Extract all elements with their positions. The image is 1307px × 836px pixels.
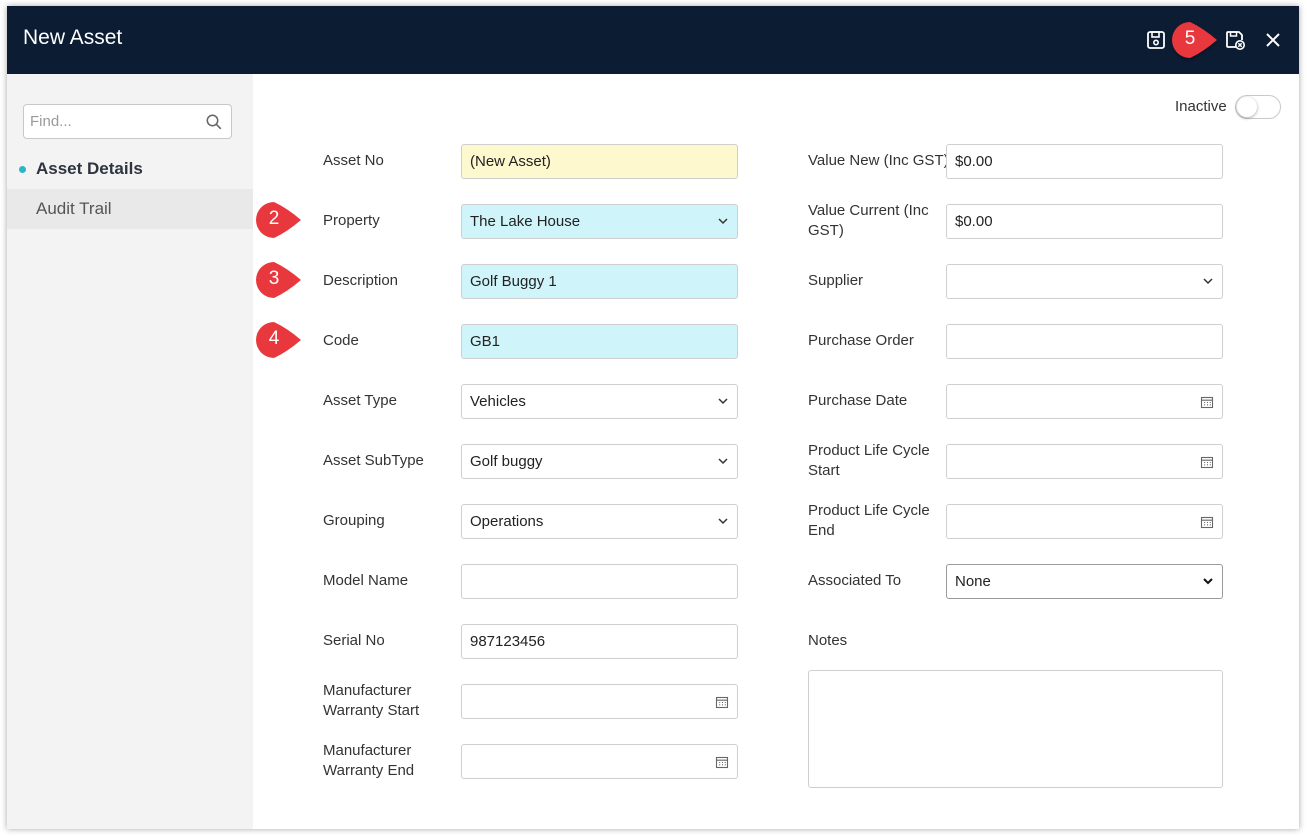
chevron-down-icon xyxy=(1203,578,1213,585)
chevron-down-icon xyxy=(718,218,728,225)
supplier-label: Supplier xyxy=(808,272,864,289)
label-line: End xyxy=(808,522,835,539)
label-line: Warranty Start xyxy=(323,702,420,719)
asset-no-label: Asset No xyxy=(323,152,384,169)
search-icon[interactable] xyxy=(205,113,223,131)
label-line: Manufacturer xyxy=(323,682,412,699)
callout-4: 4 xyxy=(249,318,304,362)
warranty-end-label: Manufacturer Warranty End xyxy=(323,741,414,781)
new-asset-window: New Asset 5 Asset Details Audit Trail In… xyxy=(7,6,1299,829)
value-new-input[interactable]: $0.00 xyxy=(946,144,1223,179)
notes-textarea[interactable] xyxy=(808,670,1223,788)
supplier-select[interactable] xyxy=(946,264,1223,299)
label-line: Product Life Cycle xyxy=(808,442,930,459)
asset-type-value: Vehicles xyxy=(470,393,526,410)
description-input[interactable]: Golf Buggy 1 xyxy=(461,264,738,299)
sidebar-item-label: Asset Details xyxy=(36,159,143,178)
callout-2: 2 xyxy=(249,198,304,242)
close-icon[interactable] xyxy=(1262,29,1284,51)
callout-3: 3 xyxy=(249,258,304,302)
calendar-icon[interactable] xyxy=(715,755,729,769)
label-line: GST) xyxy=(808,222,844,239)
save-close-icon[interactable] xyxy=(1224,29,1246,51)
notes-label: Notes xyxy=(808,632,848,649)
plc-end-date-input[interactable] xyxy=(946,504,1223,539)
grouping-value: Operations xyxy=(470,513,544,530)
calendar-icon[interactable] xyxy=(715,695,729,709)
chevron-down-icon xyxy=(718,518,728,525)
plc-end-label: Product Life Cycle End xyxy=(808,501,930,541)
plc-start-date-input[interactable] xyxy=(946,444,1223,479)
property-select[interactable]: The Lake House xyxy=(461,204,738,239)
label-line: Warranty End xyxy=(323,762,415,779)
label-line: Value Current (Inc xyxy=(808,202,929,219)
asset-subtype-label: Asset SubType xyxy=(323,452,424,469)
calendar-icon[interactable] xyxy=(1200,395,1214,409)
callout-5: 5 xyxy=(1165,18,1220,62)
calendar-icon[interactable] xyxy=(1200,455,1214,469)
plc-start-label: Product Life Cycle Start xyxy=(808,441,930,481)
asset-type-select[interactable]: Vehicles xyxy=(461,384,738,419)
code-label: Code xyxy=(323,332,359,349)
value-current-label: Value Current (Inc GST) xyxy=(808,201,929,241)
purchase-date-label: Purchase Date xyxy=(808,392,908,409)
description-label: Description xyxy=(323,272,399,289)
save-icon[interactable] xyxy=(1145,29,1167,51)
inactive-label: Inactive xyxy=(1175,98,1227,115)
value-new-label: Value New (Inc GST) xyxy=(808,152,949,169)
associated-to-value: None xyxy=(955,573,991,590)
calendar-icon[interactable] xyxy=(1200,515,1214,529)
asset-type-label: Asset Type xyxy=(323,392,397,409)
property-value: The Lake House xyxy=(470,213,581,230)
grouping-select[interactable]: Operations xyxy=(461,504,738,539)
model-name-input[interactable] xyxy=(461,564,738,599)
warranty-end-date-input[interactable] xyxy=(461,744,738,779)
grouping-label: Grouping xyxy=(323,512,385,529)
serial-no-input[interactable]: 987123456 xyxy=(461,624,738,659)
active-indicator xyxy=(19,166,26,173)
value-current-input[interactable]: $0.00 xyxy=(946,204,1223,239)
sidebar-item-audit-trail[interactable]: Audit Trail xyxy=(7,189,253,229)
sidebar-item-label: Audit Trail xyxy=(36,199,112,218)
property-label: Property xyxy=(323,212,380,229)
label-line: Manufacturer xyxy=(323,742,412,759)
warranty-start-label: Manufacturer Warranty Start xyxy=(323,681,419,721)
toggle-knob xyxy=(1237,97,1257,117)
warranty-start-date-input[interactable] xyxy=(461,684,738,719)
asset-subtype-select[interactable]: Golf buggy xyxy=(461,444,738,479)
label-line: Product Life Cycle xyxy=(808,502,930,519)
code-input[interactable]: GB1 xyxy=(461,324,738,359)
associated-to-select[interactable]: None xyxy=(946,564,1223,599)
chevron-down-icon xyxy=(718,458,728,465)
inactive-toggle[interactable] xyxy=(1235,95,1281,119)
title-bar: New Asset 5 xyxy=(7,6,1299,74)
purchase-order-label: Purchase Order xyxy=(808,332,914,349)
sidebar: Asset Details Audit Trail xyxy=(7,74,253,829)
label-line: Start xyxy=(808,462,840,479)
serial-no-label: Serial No xyxy=(323,632,385,649)
model-name-label: Model Name xyxy=(323,572,409,589)
chevron-down-icon xyxy=(718,398,728,405)
associated-to-label: Associated To xyxy=(808,572,902,589)
asset-no-field: (New Asset) xyxy=(461,144,738,179)
sidebar-item-asset-details[interactable]: Asset Details xyxy=(7,149,253,189)
search-input[interactable] xyxy=(23,104,232,139)
purchase-order-input[interactable] xyxy=(946,324,1223,359)
window-title: New Asset xyxy=(23,26,123,49)
purchase-date-input[interactable] xyxy=(946,384,1223,419)
chevron-down-icon xyxy=(1203,278,1213,285)
asset-subtype-value: Golf buggy xyxy=(470,453,543,470)
form-area: Inactive Asset No (New Asset) Property T… xyxy=(253,74,1299,829)
